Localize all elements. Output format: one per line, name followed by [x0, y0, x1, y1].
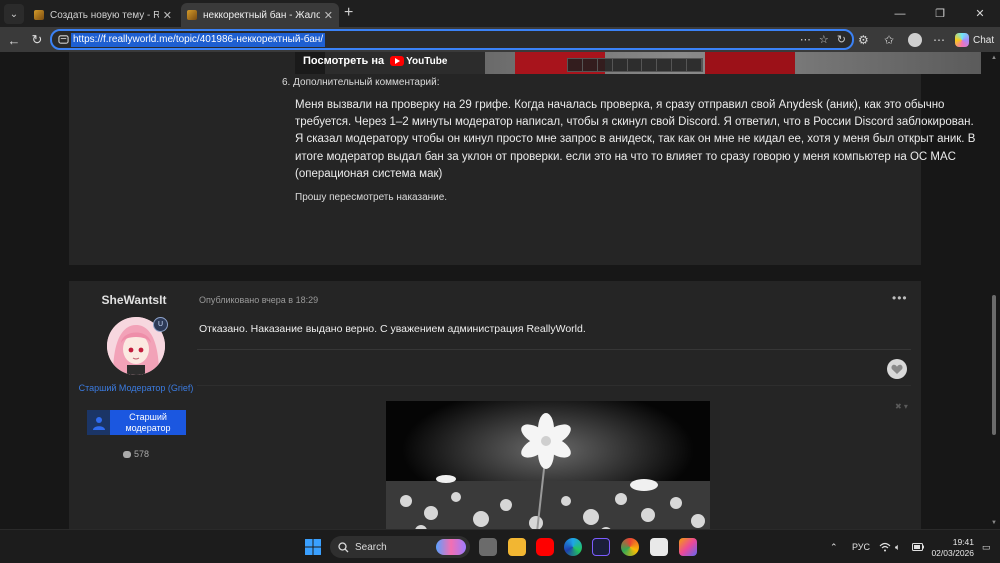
favorite-star-icon[interactable]: ☆ [819, 33, 829, 46]
copilot-chat-button[interactable]: Chat [955, 30, 994, 50]
comment-bubble-icon [122, 451, 131, 459]
wifi-icon[interactable] [879, 530, 891, 563]
youtube-app-icon[interactable] [536, 538, 554, 556]
copilot-app-icon[interactable] [679, 538, 697, 556]
search-highlight-icon [436, 539, 466, 555]
game-hotbar [567, 58, 703, 72]
video-embed[interactable]: Посмотреть на YouTube [295, 52, 981, 74]
tab-title: Создать новую тему - ReallyWorld [50, 9, 159, 21]
reply-text: Отказано. Наказание выдано верно. С уваж… [199, 323, 586, 335]
react-heart-button[interactable] [887, 359, 907, 379]
edge-browser-icon[interactable] [564, 538, 582, 556]
address-bar-actions: ⋯ ☆ ↻ [800, 33, 846, 46]
profile-avatar[interactable] [908, 30, 922, 50]
search-icon [338, 541, 349, 552]
back-button[interactable]: ← [4, 30, 24, 50]
additional-comment-text: Меня вызвали на проверку на 29 грифе. Ко… [295, 99, 976, 180]
watch-on-youtube-link[interactable]: Посмотреть на YouTube [303, 55, 447, 67]
moderator-rank-icon [87, 410, 110, 435]
list-item-6-label: 6. Дополнительный комментарий: [282, 77, 440, 88]
chrome-icon[interactable] [621, 538, 639, 556]
scroll-down-icon[interactable]: ▼ [991, 520, 997, 526]
refresh-page-icon[interactable]: ↻ [837, 33, 846, 46]
post-options-menu-icon[interactable]: ••• [892, 291, 908, 305]
tab-title: неккоректный бан - Жалобы на а [203, 9, 320, 21]
task-view-icon[interactable] [479, 538, 497, 556]
watch-label: Посмотреть на [303, 55, 385, 67]
store-icon[interactable] [650, 538, 668, 556]
input-language[interactable]: РУС [852, 530, 870, 563]
extensions-icon[interactable]: ⚙ [858, 30, 869, 50]
tray-overflow-icon[interactable]: ⌃ [830, 530, 838, 563]
scrollbar-thumb[interactable] [992, 295, 996, 435]
youtube-play-icon [390, 56, 405, 66]
tab-create-topic[interactable]: Создать новую тему - ReallyWorld ✕ [28, 3, 178, 27]
site-info-icon[interactable] [58, 34, 69, 45]
tab-strip: ⌄ Создать новую тему - ReallyWorld ✕ нек… [0, 0, 1000, 27]
moderator-reply-post: SheWantsIt U Старший Модератор (Grief) С… [69, 281, 921, 529]
file-explorer-icon[interactable] [508, 538, 526, 556]
appeal-text: Прошу пересмотреть наказание. [295, 192, 448, 203]
rank-badge: Старший модератор [87, 410, 186, 435]
windows-taskbar: Search ⌃ РУС 🔈︎ 19:41 02/03/2026 ▭ [0, 529, 1000, 563]
post-count-value: 578 [133, 449, 150, 459]
url-text[interactable]: https://f.reallyworld.me/topic/401986-не… [71, 33, 326, 47]
youtube-logo: YouTube [390, 56, 447, 67]
search-label: Search [355, 541, 387, 553]
more-actions-icon[interactable]: ⋯ [800, 33, 811, 46]
reallyworld-favicon-icon [187, 10, 197, 20]
reallyworld-favicon-icon [34, 10, 44, 20]
heart-icon [891, 364, 903, 374]
favorites-icon[interactable]: ✩ [884, 30, 894, 50]
scroll-up-icon[interactable]: ▲ [991, 55, 997, 61]
author-role: Старший Модератор (Grief) [78, 383, 194, 393]
post-count: 578 [69, 449, 203, 459]
page-viewport: Посмотреть на YouTube 6. Дополнительный … [0, 52, 1000, 529]
jetbrains-icon[interactable] [592, 538, 610, 556]
rank-label: Старший модератор [110, 410, 186, 435]
post-timestamp[interactable]: Опубликовано вчера в 18:29 [199, 295, 318, 305]
taskbar-search[interactable]: Search [330, 536, 470, 558]
minimize-icon[interactable]: — [880, 0, 920, 27]
clock-date: 02/03/2026 [931, 548, 974, 558]
page-scrollbar[interactable]: ▲ ▼ [990, 52, 998, 529]
close-tab-icon[interactable]: ✕ [324, 9, 333, 22]
close-window-icon[interactable]: ✕ [960, 0, 1000, 27]
windows-start-icon[interactable] [304, 538, 322, 556]
address-bar[interactable]: https://f.reallyworld.me/topic/401986-не… [50, 29, 854, 50]
copilot-icon [955, 33, 969, 47]
volume-icon[interactable]: 🔈︎ [895, 530, 900, 563]
browser-toolbar: ← ↻ https://f.reallyworld.me/topic/40198… [0, 27, 1000, 52]
settings-menu-icon[interactable]: ⋯ [933, 30, 945, 50]
signature-divider [197, 385, 911, 386]
refresh-button[interactable]: ↻ [27, 30, 47, 50]
window-controls: — ❐ ✕ [880, 0, 1000, 27]
system-clock[interactable]: 19:41 02/03/2026 [930, 537, 974, 559]
new-tab-button[interactable]: + [344, 5, 353, 21]
tab-actions-button[interactable]: ⌄ [4, 4, 24, 24]
signature-toggle-icon[interactable]: ✖ ▾ [895, 402, 908, 411]
signature-image [386, 401, 710, 529]
user-badge-icon: U [153, 317, 168, 332]
post-divider [197, 349, 911, 350]
youtube-label: YouTube [406, 55, 448, 67]
post-author-panel: SheWantsIt U Старший Модератор (Grief) С… [69, 281, 199, 529]
author-name-link[interactable]: SheWantsIt [69, 293, 199, 307]
notifications-icon[interactable]: ▭ [982, 530, 991, 563]
copilot-label: Chat [973, 34, 995, 46]
maximize-icon[interactable]: ❐ [920, 0, 960, 27]
clock-time: 19:41 [952, 537, 974, 547]
battery-icon[interactable] [912, 530, 924, 563]
tab-complaint-topic[interactable]: неккоректный бан - Жалобы на а ✕ [181, 3, 339, 27]
complaint-post: Посмотреть на YouTube 6. Дополнительный … [69, 52, 981, 265]
close-tab-icon[interactable]: ✕ [163, 9, 172, 22]
